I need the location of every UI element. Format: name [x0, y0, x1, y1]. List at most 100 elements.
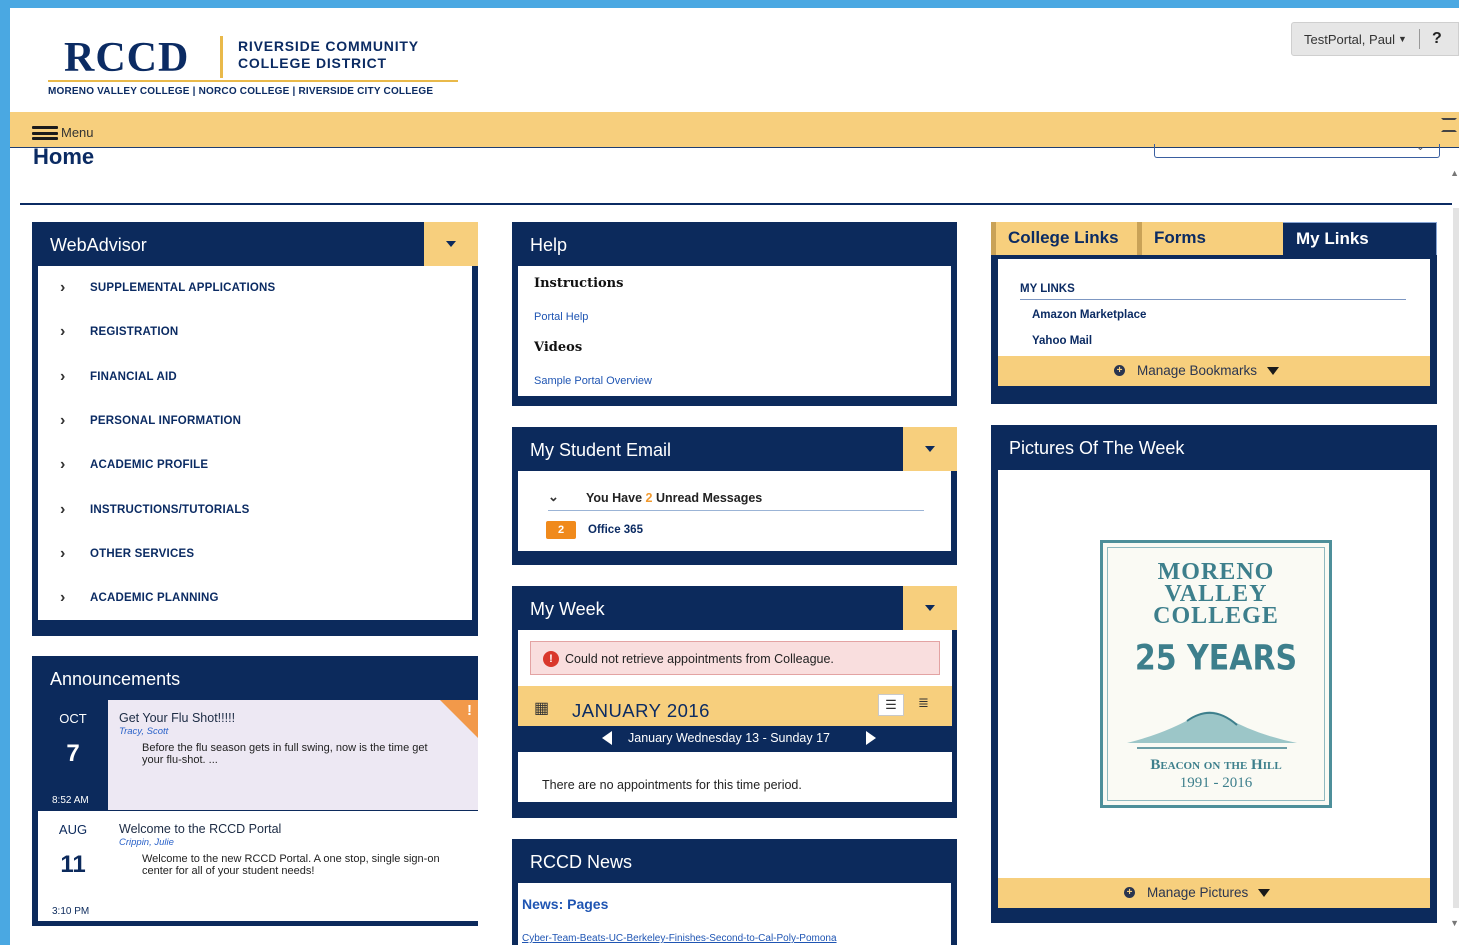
email-body: ⌄ You Have 2 Unread Messages 2 Office 36…	[518, 471, 951, 551]
help-portlet: Help Instructions Portal Help Videos Sam…	[512, 222, 957, 406]
announcement-author[interactable]: Tracy, Scott	[119, 726, 168, 737]
webadvisor-options-button[interactable]	[424, 222, 478, 266]
title-divider	[20, 203, 1452, 205]
chevron-down-icon[interactable]: ⌄	[1416, 140, 1425, 153]
unread-prefix: You Have	[586, 491, 646, 505]
announcement-item[interactable]: AUG 11 3:10 PM Welcome to the RCCD Porta…	[38, 811, 478, 921]
announcement-day: 11	[60, 851, 86, 878]
webadvisor-item[interactable]: › OTHER SERVICES	[38, 532, 472, 576]
manage-bookmarks-label[interactable]: Manage Bookmarks	[1137, 363, 1257, 378]
webadvisor-item-label[interactable]: FINANCIAL AID	[90, 371, 177, 383]
tab-forms[interactable]: Forms	[1137, 222, 1283, 255]
menu-icon[interactable]	[32, 126, 58, 140]
rccd-logo[interactable]: RCCD RIVERSIDE COMMUNITY COLLEGE DISTRIC…	[48, 28, 468, 100]
announcements-header: Announcements	[32, 656, 478, 700]
chevron-right-icon: ›	[60, 367, 66, 385]
help-icon[interactable]: ?	[1432, 30, 1442, 48]
calendar-icon: ▦	[534, 700, 550, 717]
email-header: My Student Email	[512, 427, 957, 471]
mountain-shape	[1127, 711, 1297, 743]
calendar-month: JANUARY 2016	[572, 700, 710, 721]
email-account-link[interactable]: Office 365	[588, 524, 643, 536]
webadvisor-item-label[interactable]: PERSONAL INFORMATION	[90, 415, 241, 427]
announcement-author[interactable]: Crippin, Julie	[119, 837, 174, 848]
week-navigator: January Wednesday 13 - Sunday 17	[518, 726, 952, 752]
unread-suffix: Unread Messages	[652, 491, 763, 505]
announcements-title: Announcements	[50, 669, 181, 689]
webadvisor-item[interactable]: › PERSONAL INFORMATION	[38, 399, 472, 443]
week-options-button[interactable]	[903, 586, 957, 630]
announcement-title[interactable]: Welcome to the RCCD Portal	[119, 822, 281, 836]
week-range: January Wednesday 13 - Sunday 17	[628, 731, 830, 745]
webadvisor-item-label[interactable]: SUPPLEMENTAL APPLICATIONS	[90, 282, 275, 294]
news-header: RCCD News	[512, 839, 957, 883]
user-name[interactable]: TestPortal, Paul	[1292, 32, 1395, 47]
image-line-1: MORENO	[1157, 559, 1275, 585]
webadvisor-item[interactable]: › INSTRUCTIONS/TUTORIALS	[38, 487, 472, 531]
portal-overview-link[interactable]: Sample Portal Overview	[534, 375, 652, 387]
caret-down-icon[interactable]: ▼	[1398, 34, 1407, 44]
unread-summary[interactable]: ⌄ You Have 2 Unread Messages	[548, 489, 924, 511]
bookmark-link[interactable]: Yahoo Mail	[1032, 335, 1092, 347]
chevron-down-icon[interactable]: ⌄	[548, 489, 559, 505]
priority-flag	[440, 700, 478, 738]
tab-college-links[interactable]: College Links	[991, 222, 1137, 255]
caret-down-icon[interactable]	[1267, 366, 1280, 375]
help-header: Help	[512, 222, 957, 266]
chevron-right-icon: ›	[60, 544, 66, 562]
scrollbar[interactable]	[1453, 208, 1459, 908]
webadvisor-list: › SUPPLEMENTAL APPLICATIONS › REGISTRATION…	[38, 266, 472, 620]
announcement-body[interactable]: Welcome to the RCCD Portal Crippin, Juli…	[108, 811, 478, 921]
search-dropdown[interactable]: ⌄	[1154, 141, 1440, 158]
webadvisor-item-label[interactable]: INSTRUCTIONS/TUTORIALS	[90, 504, 249, 516]
menu-bar: Menu	[10, 112, 1459, 148]
webadvisor-item-label[interactable]: REGISTRATION	[90, 326, 178, 338]
email-options-button[interactable]	[903, 427, 957, 471]
user-menu[interactable]: TestPortal, Paul ▼ ?	[1291, 22, 1459, 56]
manage-pictures-button[interactable]: + Manage Pictures	[1124, 885, 1271, 900]
announcement-title[interactable]: Get Your Flu Shot!!!!!	[119, 711, 235, 725]
next-week-icon[interactable]	[866, 731, 876, 745]
logo-name-line1: RIVERSIDE COMMUNITY	[238, 38, 419, 54]
tab-my-links[interactable]: My Links	[1283, 222, 1437, 255]
scroll-up-icon[interactable]: ▲	[1450, 168, 1459, 178]
mountain-illustration	[1127, 711, 1297, 749]
announcement-item[interactable]: OCT 7 8:52 AM Get Your Flu Shot!!!!! Tra…	[38, 700, 478, 810]
webadvisor-item[interactable]: › REGISTRATION	[38, 310, 472, 354]
agenda-view-icon[interactable]: ≣	[918, 695, 929, 711]
bookmark-link[interactable]: Amazon Marketplace	[1032, 309, 1146, 321]
webadvisor-item-label[interactable]: ACADEMIC PLANNING	[90, 592, 219, 604]
webadvisor-item[interactable]: › FINANCIAL AID	[38, 355, 472, 399]
caret-down-icon[interactable]	[1258, 888, 1271, 897]
user-divider	[1418, 29, 1420, 49]
image-line-3: COLLEGE	[1153, 603, 1279, 629]
help-section-instructions: Instructions	[534, 276, 624, 291]
help-title: Help	[530, 235, 568, 255]
manage-pictures-label[interactable]: Manage Pictures	[1147, 885, 1248, 900]
news-article-link[interactable]: Cyber-Team-Beats-UC-Berkeley-Finishes-Se…	[522, 933, 837, 944]
chevron-right-icon: ›	[60, 589, 66, 607]
image-dates: 1991 - 2016	[1179, 775, 1253, 791]
mvc-anniversary-image[interactable]: MORENO VALLEY COLLEGE 25 YEARS Beacon on…	[1100, 540, 1332, 808]
announcement-text: Welcome to the new RCCD Portal. A one st…	[142, 853, 440, 877]
webadvisor-item[interactable]: › SUPPLEMENTAL APPLICATIONS	[38, 266, 472, 310]
webadvisor-item-label[interactable]: ACADEMIC PROFILE	[90, 459, 208, 471]
scroll-down-icon[interactable]: ▼	[1450, 918, 1459, 928]
list-view-icon[interactable]: ☰	[878, 694, 904, 716]
logo-name: RIVERSIDE COMMUNITY COLLEGE DISTRICT	[238, 38, 419, 72]
webadvisor-item[interactable]: › ACADEMIC PROFILE	[38, 443, 472, 487]
webadvisor-portlet: WebAdvisor › SUPPLEMENTAL APPLICATIONS › R…	[32, 222, 478, 636]
webadvisor-item-label[interactable]: OTHER SERVICES	[90, 548, 194, 560]
expand-icon[interactable]	[1441, 118, 1457, 132]
pictures-footer: + Manage Pictures	[998, 878, 1430, 908]
menu-label[interactable]: Menu	[61, 125, 94, 140]
manage-bookmarks-button[interactable]: + Manage Bookmarks	[1114, 363, 1280, 378]
logo-name-line2: COLLEGE DISTRICT	[238, 55, 387, 71]
announcement-body[interactable]: Get Your Flu Shot!!!!! Tracy, Scott Befo…	[108, 700, 478, 810]
previous-week-icon[interactable]	[602, 731, 612, 745]
portal-window: RCCD RIVERSIDE COMMUNITY COLLEGE DISTRIC…	[10, 8, 1459, 945]
announcement-time: 3:10 PM	[52, 906, 90, 917]
webadvisor-item[interactable]: › ACADEMIC PLANNING	[38, 576, 472, 620]
my-links-heading: MY LINKS	[1020, 283, 1075, 295]
portal-help-link[interactable]: Portal Help	[534, 311, 588, 323]
